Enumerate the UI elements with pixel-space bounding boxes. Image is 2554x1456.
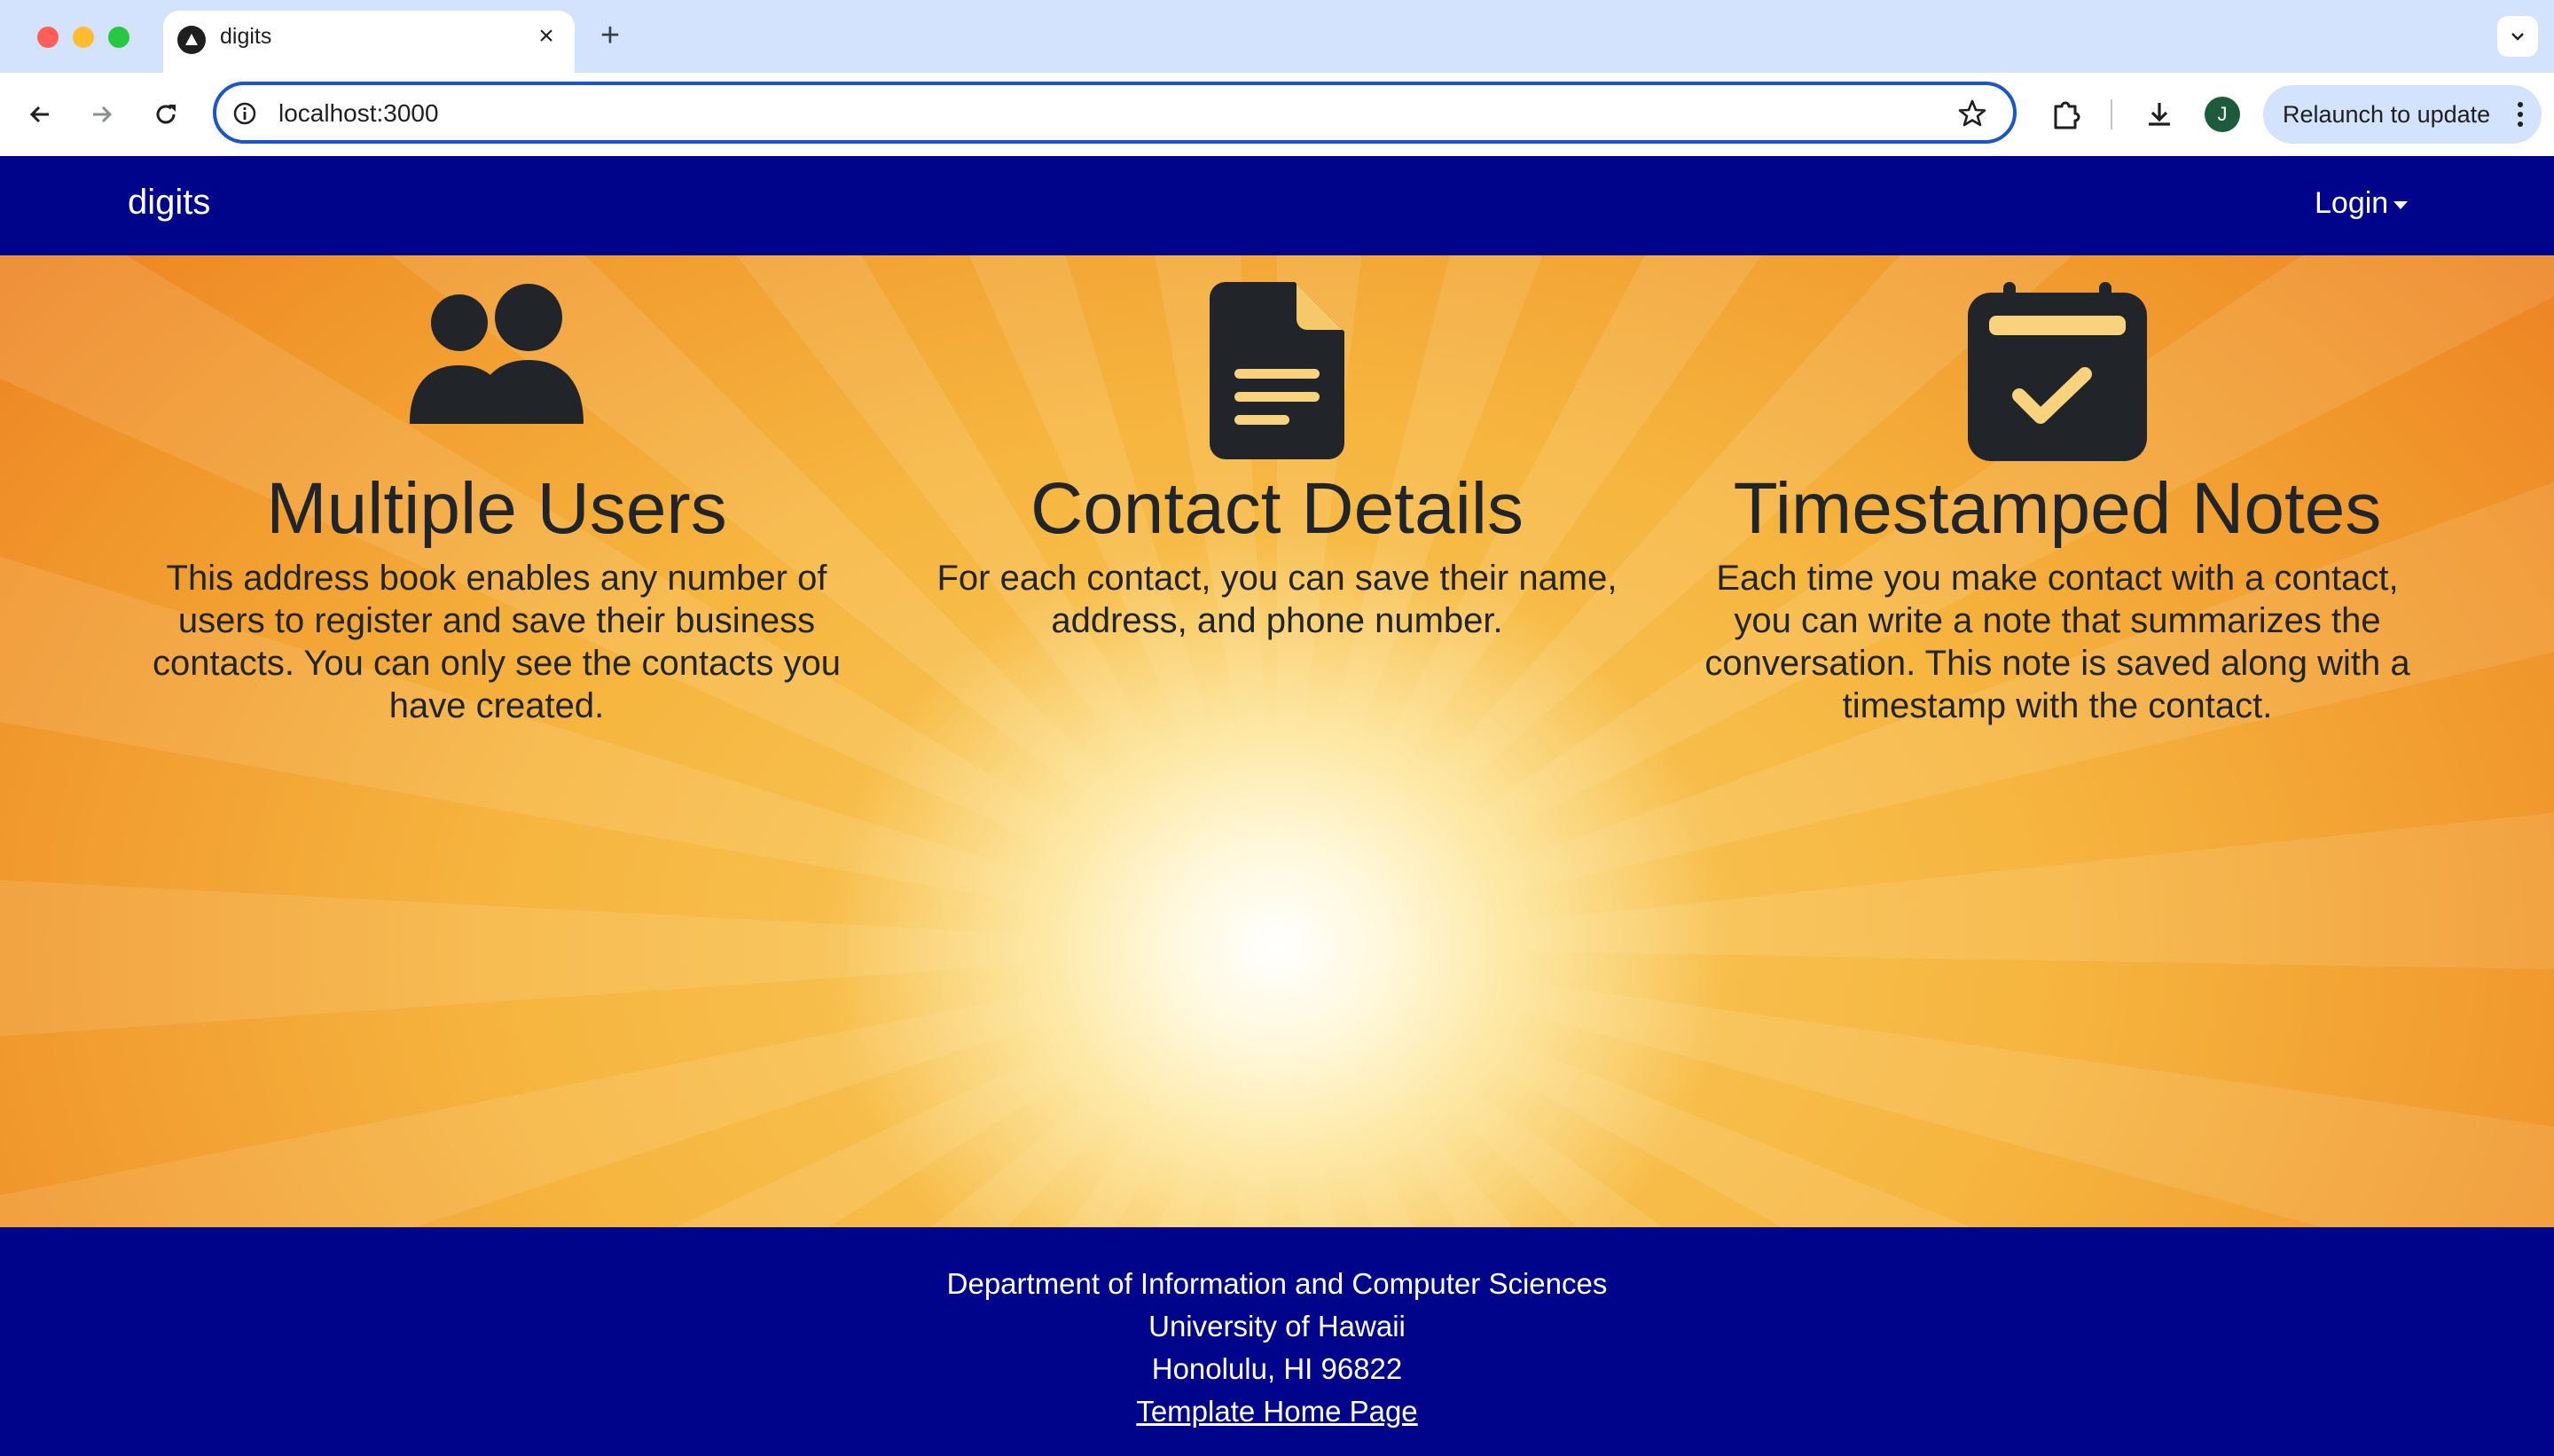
feature-description: This address book enables any number of … <box>152 559 842 725</box>
brand-link[interactable]: digits <box>128 183 210 223</box>
template-home-page-link[interactable]: Template Home Page <box>1136 1395 1417 1428</box>
tab-title: digits <box>220 24 272 49</box>
toolbar-divider <box>2111 99 2112 129</box>
close-window-button[interactable] <box>37 27 59 48</box>
caret-down-icon <box>2393 200 2409 209</box>
login-label: Login <box>2315 186 2389 220</box>
feature-description: Each time you make contact with a contac… <box>1704 559 2410 725</box>
footer-department: Department of Information and Computer S… <box>946 1267 1608 1300</box>
back-arrow-icon[interactable] <box>20 94 60 135</box>
footer-address: Honolulu, HI 96822 <box>1151 1352 1403 1385</box>
profile-avatar[interactable]: J <box>2205 97 2240 132</box>
document-icon <box>896 282 1658 470</box>
feature-title: Contact Details <box>1030 468 1524 549</box>
forward-arrow-icon[interactable] <box>82 94 122 135</box>
site-info-icon[interactable] <box>231 99 259 128</box>
close-tab-icon[interactable]: × <box>532 22 560 51</box>
tab-search-chevron-icon[interactable] <box>2497 16 2538 57</box>
new-tab-plus-icon[interactable]: + <box>592 18 628 53</box>
minimize-window-button[interactable] <box>73 27 94 48</box>
footer-university: University of Hawaii <box>1148 1310 1406 1342</box>
address-bar[interactable]: localhost:3000 <box>213 82 2017 144</box>
bookmark-star-icon[interactable] <box>1956 98 1988 129</box>
landing-hero: Multiple Users This address book enables… <box>0 255 2554 1227</box>
relaunch-to-update-button[interactable]: Relaunch to update <box>2263 85 2542 144</box>
reload-icon[interactable] <box>145 94 186 135</box>
feature-description: For each contact, you can save their nam… <box>936 559 1618 640</box>
feature-title: Timestamped Notes <box>1733 468 2382 549</box>
maximize-window-button[interactable] <box>108 27 129 48</box>
more-vertical-icon[interactable] <box>2515 100 2526 129</box>
relaunch-label: Relaunch to update <box>2283 101 2491 128</box>
browser-tab[interactable]: digits × <box>163 11 575 73</box>
browser-titlebar: digits × + <box>0 0 2554 73</box>
web-page: digits Login Multiple Users This address… <box>0 156 2554 1456</box>
feature-title: Multiple Users <box>266 468 727 549</box>
site-navbar: digits Login <box>0 156 2554 255</box>
login-dropdown[interactable]: Login <box>2315 186 2409 221</box>
site-footer: Department of Information and Computer S… <box>0 1227 2554 1456</box>
url-text: localhost:3000 <box>278 99 439 127</box>
extensions-puzzle-icon[interactable] <box>2045 94 2086 135</box>
browser-toolbar: localhost:3000 J Relaunch to update <box>0 73 2554 156</box>
triangle-favicon-icon <box>177 26 206 54</box>
calendar-check-icon <box>1676 282 2439 470</box>
download-icon[interactable] <box>2139 94 2180 135</box>
people-icon <box>115 282 878 470</box>
